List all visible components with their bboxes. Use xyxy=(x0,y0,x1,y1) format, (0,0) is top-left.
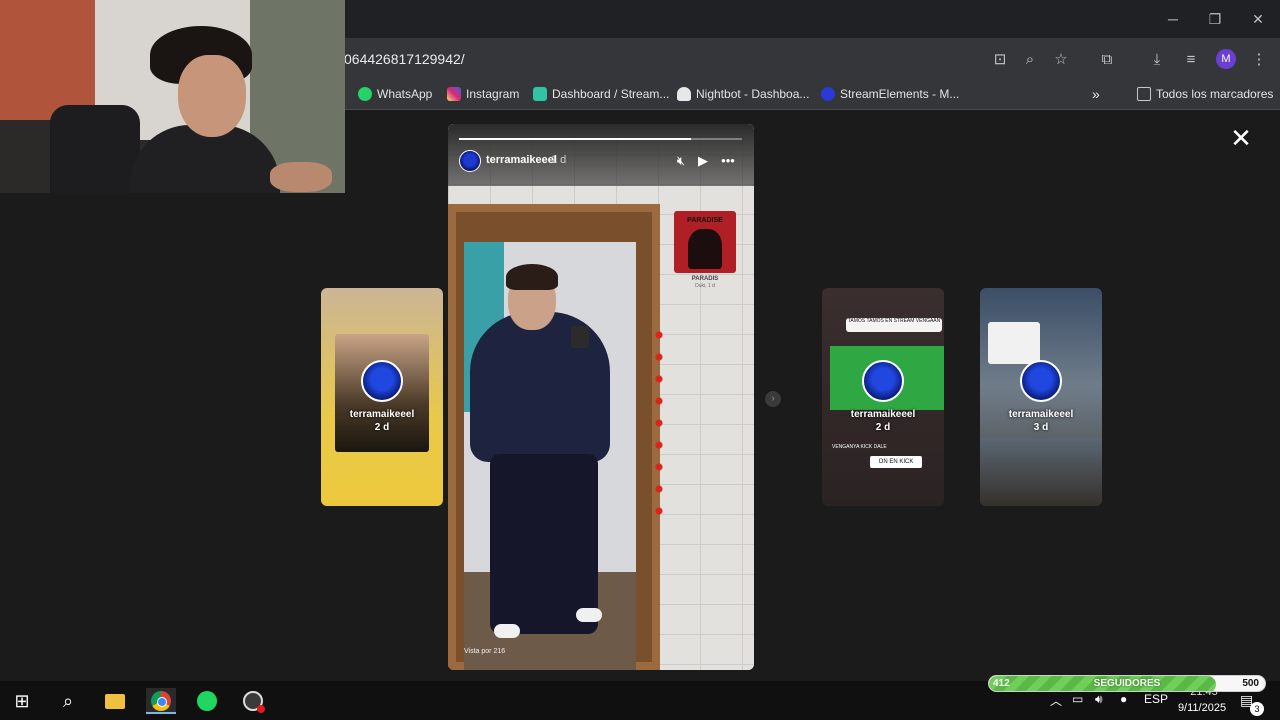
restore-icon[interactable]: ❐ xyxy=(1203,8,1227,30)
spotify-icon[interactable] xyxy=(194,688,220,714)
story-preview-avatar xyxy=(862,360,904,402)
bookmark-streamlabs[interactable]: Dashboard / Stream... xyxy=(533,86,669,102)
followers-label: SEGUIDORES xyxy=(1093,678,1161,689)
play-icon[interactable]: ▶ xyxy=(693,151,713,171)
mute-icon[interactable]: 🔇︎ xyxy=(671,151,691,171)
microphone-icon[interactable]: ● xyxy=(1120,692,1127,706)
music-subtitle: Duki, 1 d xyxy=(695,283,715,289)
bookmarks-overflow-button[interactable]: » xyxy=(1092,86,1100,102)
close-icon[interactable]: ✕ xyxy=(1246,8,1270,30)
story-time: 1 d xyxy=(551,154,567,166)
webcam-overlay xyxy=(0,0,345,193)
story-preview-next-2[interactable]: terramaikeeel 3 d xyxy=(980,288,1102,506)
story-person xyxy=(470,312,610,462)
profile-avatar[interactable]: M xyxy=(1216,49,1236,69)
story-preview-next-1[interactable]: TAMOS TAMOS EN STREAM VENGAAN terramaike… xyxy=(822,288,944,506)
bookmark-streamelements[interactable]: StreamElements - M... xyxy=(821,86,959,102)
notification-badge: 3 xyxy=(1250,702,1264,716)
more-icon[interactable]: ⋮ xyxy=(1248,49,1270,71)
folder-icon xyxy=(1137,87,1151,101)
story-close-icon[interactable]: ✕ xyxy=(1228,125,1254,151)
bookmark-whatsapp[interactable]: WhatsApp xyxy=(358,86,432,102)
screen: ─ ❐ ✕ 064426817129942/ ⊡ ⌕ ☆ ⧉ ⤓ ≡ M ⋮ W… xyxy=(0,0,1280,720)
bookmark-nightbot[interactable]: Nightbot - Dashboa... xyxy=(677,86,809,102)
story-preview-time: 2 d xyxy=(374,422,390,433)
extensions-icon[interactable]: ⧉ xyxy=(1096,49,1118,71)
music-artist: PARADIS xyxy=(691,276,719,282)
story-preview-prev[interactable]: terramaikeeel 2 d xyxy=(321,288,443,506)
windows-start-icon[interactable]: ⊞ xyxy=(9,688,35,714)
whatsapp-icon xyxy=(358,87,372,101)
story-main[interactable] xyxy=(448,124,754,670)
story-user-avatar[interactable] xyxy=(459,150,481,172)
more-options-icon[interactable]: ••• xyxy=(718,151,738,171)
story-preview-avatar xyxy=(361,360,403,402)
story-progress-fill xyxy=(459,138,692,140)
story-username[interactable]: terramaikeeel xyxy=(486,154,557,166)
streamlabs-icon xyxy=(533,87,547,101)
followers-target: 500 xyxy=(1242,678,1259,689)
story-preview-username: terramaikeeel xyxy=(349,409,415,420)
clock-date[interactable]: 9/11/2025 xyxy=(1172,702,1232,714)
story-views[interactable]: Vista por 216 xyxy=(464,648,505,655)
url-field[interactable]: 064426817129942/ xyxy=(344,51,465,67)
story-preview-caption: VENGANYA KICK DALE xyxy=(832,444,887,450)
story-preview-username: terramaikeeel xyxy=(850,409,916,420)
bookmark-instagram[interactable]: Instagram xyxy=(447,86,519,102)
all-bookmarks-button[interactable]: Todos los marcadores xyxy=(1137,86,1273,102)
story-preview-sticker: TAMOS TAMOS EN STREAM VENGAAN xyxy=(846,318,942,332)
streamelements-icon xyxy=(821,87,835,101)
zoom-icon[interactable]: ⌕ xyxy=(1019,49,1041,71)
search-icon[interactable]: ⌕ xyxy=(55,688,81,714)
volume-icon[interactable]: 🔊︎ xyxy=(1095,692,1103,707)
chrome-icon[interactable] xyxy=(146,688,176,714)
download-icon[interactable]: ⤓ xyxy=(1146,49,1168,71)
music-sticker[interactable]: PARADISE xyxy=(674,211,736,273)
kick-sticker: ON EN KICK xyxy=(870,456,922,468)
instagram-icon xyxy=(447,87,461,101)
obs-icon[interactable] xyxy=(240,688,266,714)
media-control-icon[interactable]: ≡ xyxy=(1180,49,1202,71)
story-preview-time: 2 d xyxy=(875,422,891,433)
language-indicator[interactable]: ESP xyxy=(1144,692,1168,706)
install-app-icon[interactable]: ⊡ xyxy=(989,49,1011,71)
tray-overflow-icon[interactable]: ︿ xyxy=(1050,692,1062,709)
story-preview-username: terramaikeeel xyxy=(1008,409,1074,420)
next-story-button[interactable]: › xyxy=(765,391,781,407)
file-explorer-icon[interactable] xyxy=(102,688,128,714)
phone-icon xyxy=(571,326,589,348)
story-preview-avatar xyxy=(1020,360,1062,402)
network-icon[interactable]: ▭ xyxy=(1072,692,1083,706)
story-preview-time: 3 d xyxy=(1033,422,1049,433)
minimize-icon[interactable]: ─ xyxy=(1161,8,1185,30)
nightbot-icon xyxy=(677,87,691,101)
christmas-lights xyxy=(655,324,663,524)
album-art xyxy=(688,229,722,269)
followers-goal-bar: 412 SEGUIDORES 500 xyxy=(988,675,1266,692)
star-icon[interactable]: ☆ xyxy=(1050,49,1072,71)
